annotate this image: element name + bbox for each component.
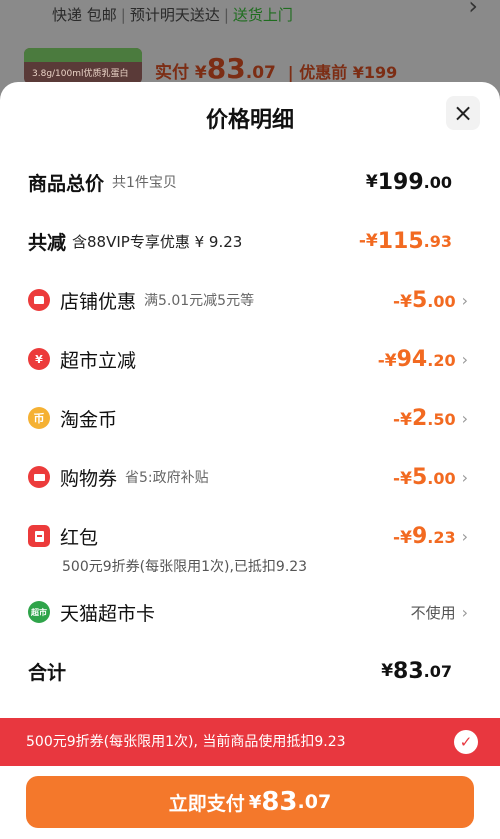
shopping-coupon-value: -¥5.00 › [393,464,468,490]
chevron-right-icon: › [461,602,468,622]
shipping-info: 快递 包邮 | 预计明天送达 | 送货上门 [52,6,293,24]
coupon-banner[interactable]: 500元9折券(每张限用1次), 当前商品使用抵扣9.23 ✓ [0,718,500,766]
red-packet-note: 500元9折券(每张限用1次),已抵扣9.23 [62,559,308,575]
market-card-status: 不使用 [410,603,456,622]
row-red-packet[interactable]: 红包 -¥9.23 › [0,516,500,556]
ticket-icon [28,466,50,488]
sum-value: ¥83.07 [381,658,452,684]
pay-now-button[interactable]: 立即支付 ¥83.07 [26,776,474,828]
coupon-banner-text: 500元9折券(每张限用1次), 当前商品使用抵扣9.23 [26,734,346,750]
store-discount-sub: 满5.01元减5元等 [144,293,255,309]
background-pay-summary: 实付 ¥83.07 | 优惠前 ¥199 [155,52,397,85]
reduction-label: 共减 [28,231,67,254]
shipping-eta-label: 预计明天送达 [129,6,220,24]
store-discount-label: 店铺优惠 [60,290,137,313]
row-store-discount[interactable]: 店铺优惠 满5.01元减5元等 -¥5.00 › [0,280,500,320]
close-button[interactable]: × [446,96,480,130]
total-price-value: ¥199.00 [365,169,452,195]
bg-original-price: | 优惠前 ¥199 [287,63,398,82]
shopping-coupon-label: 购物券 [60,467,118,490]
store-icon [28,289,50,311]
price-detail-sheet: 价格明细 × 商品总价 共1件宝贝 ¥199.00 共减 含88VIP专享优惠 … [0,82,500,839]
pay-now-label: 立即支付 [168,792,245,815]
product-thumbnail-text: 3.8g/100ml优质乳蛋白 [32,69,129,79]
red-packet-label: 红包 [60,526,99,549]
row-market-reduction[interactable]: ¥ 超市立减 -¥94.20 › [0,339,500,379]
pay-now-int: 83 [261,787,298,817]
chevron-right-icon: › [468,0,478,20]
sum-label: 合计 [28,661,67,684]
chevron-right-icon: › [461,526,468,546]
taojinbi-label: 淘金币 [60,408,118,431]
market-reduction-label: 超市立减 [60,349,137,372]
store-discount-value: -¥5.00 › [393,287,468,313]
pay-now-currency: ¥ [248,791,262,813]
row-total-price: 商品总价 共1件宝贝 ¥199.00 [0,162,500,202]
reduction-sub: 含88VIP专享优惠 ¥ 9.23 [72,232,243,251]
taojinbi-value: -¥2.50 › [393,405,468,431]
chevron-right-icon: › [461,408,468,428]
shipping-delivery-label: 送货上门 [232,6,293,24]
product-thumbnail: 3.8g/100ml优质乳蛋白 [24,48,142,84]
bg-pay-currency: ¥ [194,63,207,83]
pay-now-dec: .07 [297,791,332,813]
market-card-label: 天猫超市卡 [60,602,156,625]
row-sum: 合计 ¥83.07 [0,651,500,691]
row-total-reduction: 共减 含88VIP专享优惠 ¥ 9.23 -¥ 115.93 [0,221,500,261]
red-packet-value: -¥9.23 › [393,523,468,549]
yen-icon: ¥ [28,348,50,370]
total-price-label: 商品总价 [28,172,105,195]
shopping-coupon-sub: 省5:政府补贴 [125,470,209,486]
check-icon[interactable]: ✓ [454,730,478,754]
row-tmall-market-card[interactable]: 超市 天猫超市卡 不使用 › [0,592,500,632]
bg-pay-dec: .07 [245,63,276,83]
chevron-right-icon: › [461,290,468,310]
bg-pay-label: 实付 [155,63,189,83]
sheet-title: 价格明细 [205,108,294,133]
market-card-value: 不使用 › [411,592,468,632]
chevron-right-icon: › [461,467,468,487]
row-taojinbi[interactable]: 币 淘金币 -¥2.50 › [0,398,500,438]
bg-pay-int: 83 [206,52,246,85]
close-icon: × [452,99,474,127]
red-packet-icon [28,525,50,547]
reduction-value: -¥ 115.93 [358,228,452,254]
market-card-icon: 超市 [28,601,50,623]
row-shopping-coupon[interactable]: 购物券 省5:政府补贴 -¥5.00 › [0,457,500,497]
total-price-sub: 共1件宝贝 [112,175,177,191]
chevron-right-icon: › [461,349,468,369]
market-reduction-value: -¥94.20 › [377,346,468,372]
coin-icon: 币 [28,407,50,429]
shipping-free-label: 快递 包邮 [52,6,117,24]
